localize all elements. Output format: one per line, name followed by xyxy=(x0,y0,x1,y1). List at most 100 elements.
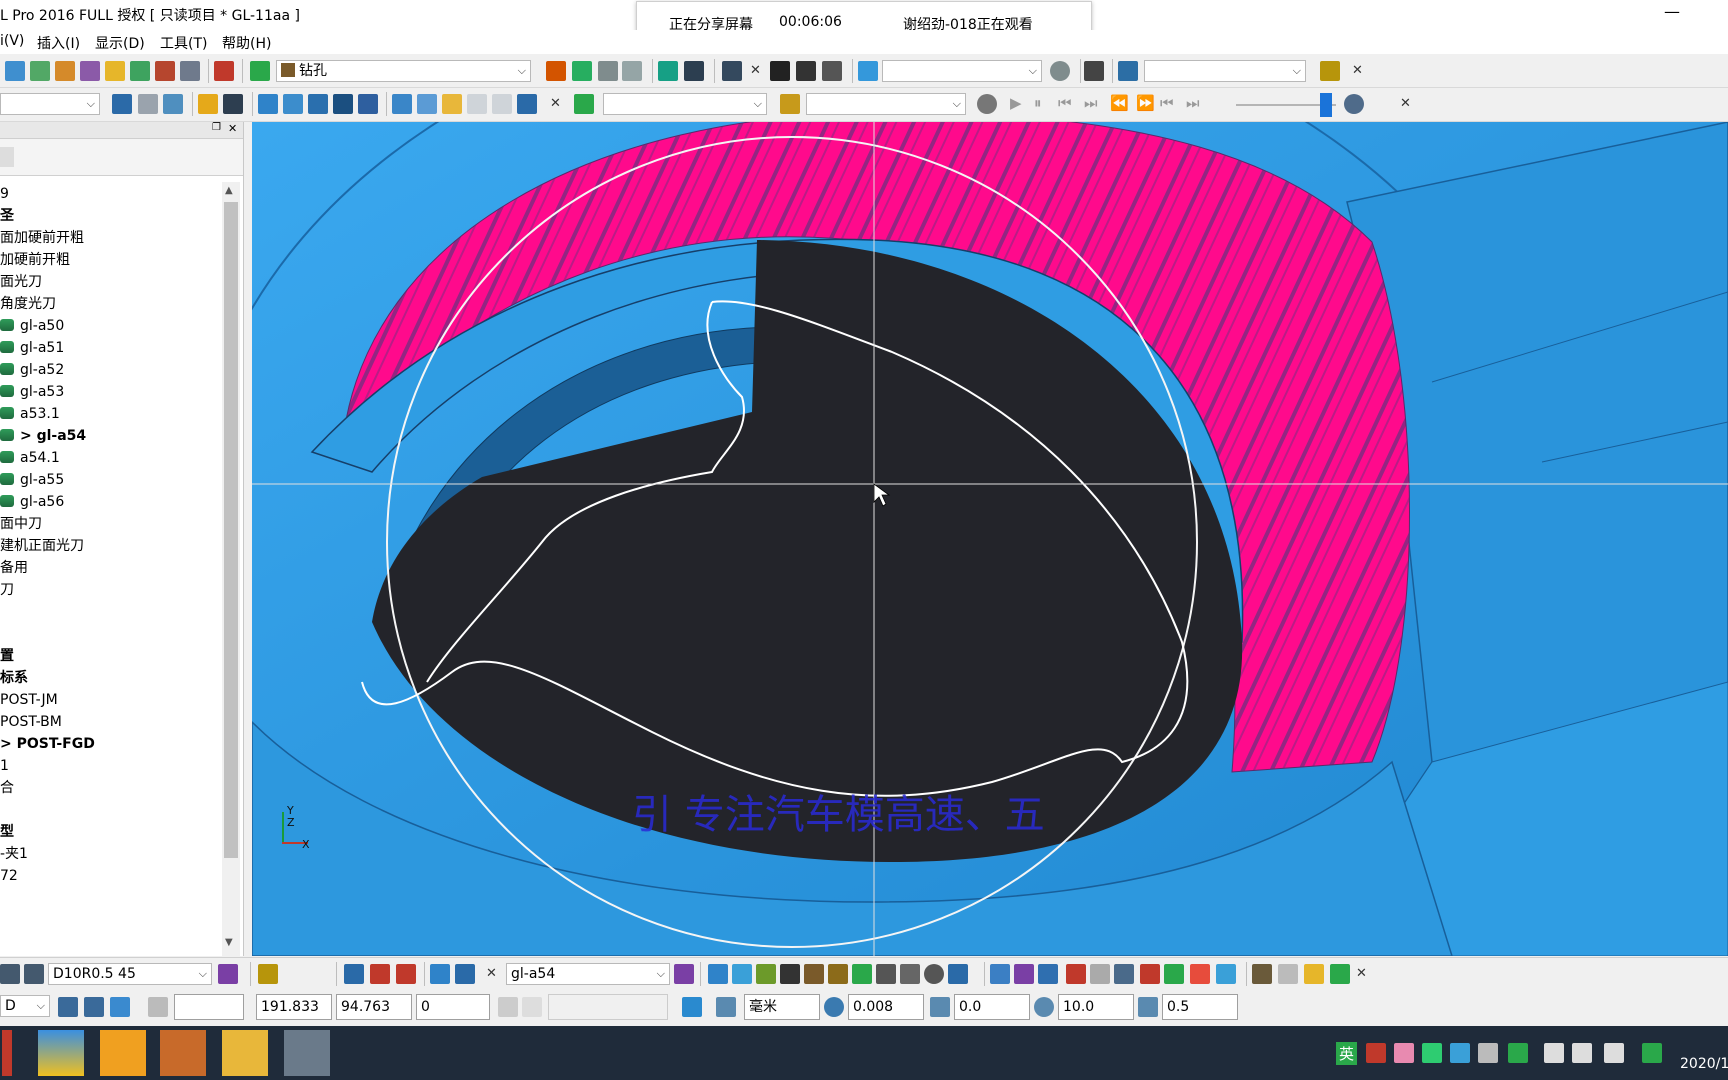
close-icon[interactable]: ✕ xyxy=(750,63,761,78)
undo-icon[interactable] xyxy=(467,94,487,114)
tolerance-field[interactable]: 0.008 xyxy=(848,994,924,1020)
tree-item[interactable]: 刀 xyxy=(0,580,14,600)
tree-item[interactable]: gl-a55 xyxy=(0,470,64,490)
clock-icon[interactable] xyxy=(1344,94,1364,114)
blank-field[interactable] xyxy=(174,994,244,1020)
machine-combo[interactable]: ⌵ xyxy=(1144,60,1306,82)
transform-icon[interactable] xyxy=(138,94,158,114)
tree-item[interactable]: 圣 xyxy=(0,206,14,226)
tool-combo[interactable]: D10R0.5 45 ⌵ xyxy=(48,963,212,985)
tree-item[interactable]: gl-a56 xyxy=(0,492,64,512)
tree-item[interactable]: gl-a53 xyxy=(0,382,64,402)
safe-area-icon[interactable] xyxy=(756,964,776,984)
thickness-icon[interactable] xyxy=(930,997,950,1017)
wireframe-icon[interactable] xyxy=(1038,964,1058,984)
ruler-icon[interactable] xyxy=(622,61,642,81)
tree-item[interactable]: 面光刀 xyxy=(0,272,42,292)
bulb-icon[interactable] xyxy=(1050,61,1070,81)
tool-list-icon[interactable] xyxy=(0,964,20,984)
step-back-icon[interactable]: ⏮ xyxy=(1058,94,1072,112)
scroll-down-icon[interactable]: ▼ xyxy=(225,937,233,948)
menu-tools[interactable]: 工具(T) xyxy=(160,33,207,53)
calculator-icon[interactable] xyxy=(598,61,618,81)
close-icon[interactable]: ✕ xyxy=(1352,63,1363,78)
point-icon[interactable] xyxy=(804,964,824,984)
go-start-icon[interactable]: ⏮ xyxy=(1160,94,1174,112)
thickness-field[interactable]: 0.0 xyxy=(954,994,1030,1020)
taskbar-app-icon[interactable] xyxy=(2,1030,12,1076)
pen-icon[interactable] xyxy=(430,964,450,984)
pause-icon[interactable]: ⏸ xyxy=(1034,94,1042,112)
menu-display[interactable]: 显示(D) xyxy=(95,33,145,53)
redo-icon[interactable] xyxy=(492,94,512,114)
surface-shading-icon[interactable] xyxy=(990,964,1010,984)
toolpath-points-icon[interactable] xyxy=(1114,964,1134,984)
magnet-icon[interactable] xyxy=(1304,964,1324,984)
delete-icon[interactable] xyxy=(455,964,475,984)
tool-edit-icon[interactable] xyxy=(258,964,278,984)
nvidia-tray-icon[interactable] xyxy=(1508,1043,1528,1063)
verify-icon[interactable] xyxy=(658,61,678,81)
powermill-icon[interactable] xyxy=(284,1030,330,1076)
strategy-icon[interactable] xyxy=(574,94,594,114)
tree-item[interactable]: POST-JM xyxy=(0,690,58,710)
toolpath-trim-icon[interactable] xyxy=(370,964,390,984)
grid-snap-icon[interactable] xyxy=(148,997,168,1017)
reorder-icon[interactable] xyxy=(708,964,728,984)
ruler-icon[interactable] xyxy=(716,997,736,1017)
qq-icon[interactable] xyxy=(160,1030,206,1076)
calculate-icon[interactable] xyxy=(852,964,872,984)
ime-indicator[interactable]: 英 xyxy=(1336,1042,1358,1065)
start-icon[interactable] xyxy=(828,964,848,984)
fast-forward-icon[interactable]: ⏩ xyxy=(1136,94,1155,112)
tree-item[interactable]: 置 xyxy=(0,646,14,666)
x-coordinate-field[interactable]: 191.833 xyxy=(256,994,332,1020)
panel-tool-icon[interactable] xyxy=(0,147,14,167)
graphics-viewport[interactable]: 引 专注汽车模高速、五 Y Z X xyxy=(252,122,1728,956)
boundary-icon[interactable] xyxy=(30,61,50,81)
stepover-icon[interactable] xyxy=(1138,997,1158,1017)
tree-item[interactable]: 1 xyxy=(0,756,9,776)
minimize-button[interactable]: — xyxy=(1664,2,1680,21)
scroll-up-icon[interactable]: ▲ xyxy=(225,185,233,196)
layers-icon[interactable] xyxy=(163,94,183,114)
gouge-icon[interactable] xyxy=(1164,964,1184,984)
tool-holder-icon[interactable] xyxy=(24,964,44,984)
model-icon[interactable] xyxy=(5,61,25,81)
tree-item[interactable]: 角度光刀 xyxy=(0,294,56,314)
go-end-icon[interactable]: ⏭ xyxy=(1186,94,1200,112)
view-icon[interactable] xyxy=(722,61,742,81)
design-app-icon[interactable] xyxy=(38,1030,84,1076)
mirror-icon[interactable] xyxy=(112,94,132,114)
table-icon[interactable] xyxy=(876,964,896,984)
curves-icon[interactable] xyxy=(1014,964,1034,984)
collision-icon[interactable] xyxy=(1140,964,1160,984)
strategy-icon[interactable] xyxy=(250,61,270,81)
powerpoint-icon[interactable] xyxy=(100,1030,146,1076)
feed-icon[interactable] xyxy=(780,964,800,984)
copy-icon[interactable] xyxy=(900,964,920,984)
feature-icon[interactable] xyxy=(80,61,100,81)
step-forward-icon[interactable]: ⏭ xyxy=(1084,94,1098,112)
machine-icon[interactable] xyxy=(1118,61,1138,81)
group-icon[interactable] xyxy=(1330,964,1350,984)
delete-icon[interactable] xyxy=(517,94,537,114)
light-icon[interactable] xyxy=(977,94,997,114)
toolpath-filter-combo[interactable]: ⌵ xyxy=(0,93,100,115)
leads-links-icon[interactable] xyxy=(732,964,752,984)
toolpath-limit-icon[interactable] xyxy=(396,964,416,984)
tree-item[interactable]: 标系 xyxy=(0,668,28,688)
close-icon[interactable]: ✕ xyxy=(1356,966,1367,981)
adobe-tray-icon[interactable] xyxy=(1450,1043,1470,1063)
wechat-tray-icon[interactable] xyxy=(1422,1043,1442,1063)
tree-item[interactable]: a54.1 xyxy=(0,448,60,468)
units-field[interactable]: 毫米 xyxy=(744,994,820,1020)
tree-item[interactable]: 合 xyxy=(0,778,14,798)
solid-icon[interactable] xyxy=(308,94,328,114)
nodes-icon[interactable] xyxy=(1066,964,1086,984)
strategy-combo[interactable]: 钻孔 ⌵ xyxy=(276,60,531,82)
wps-tray-icon[interactable] xyxy=(1642,1043,1662,1063)
microphone-icon[interactable] xyxy=(1544,1043,1564,1063)
tree-item[interactable]: 面加硬前开粗 xyxy=(0,228,84,248)
close-icon[interactable]: ✕ xyxy=(228,122,237,135)
